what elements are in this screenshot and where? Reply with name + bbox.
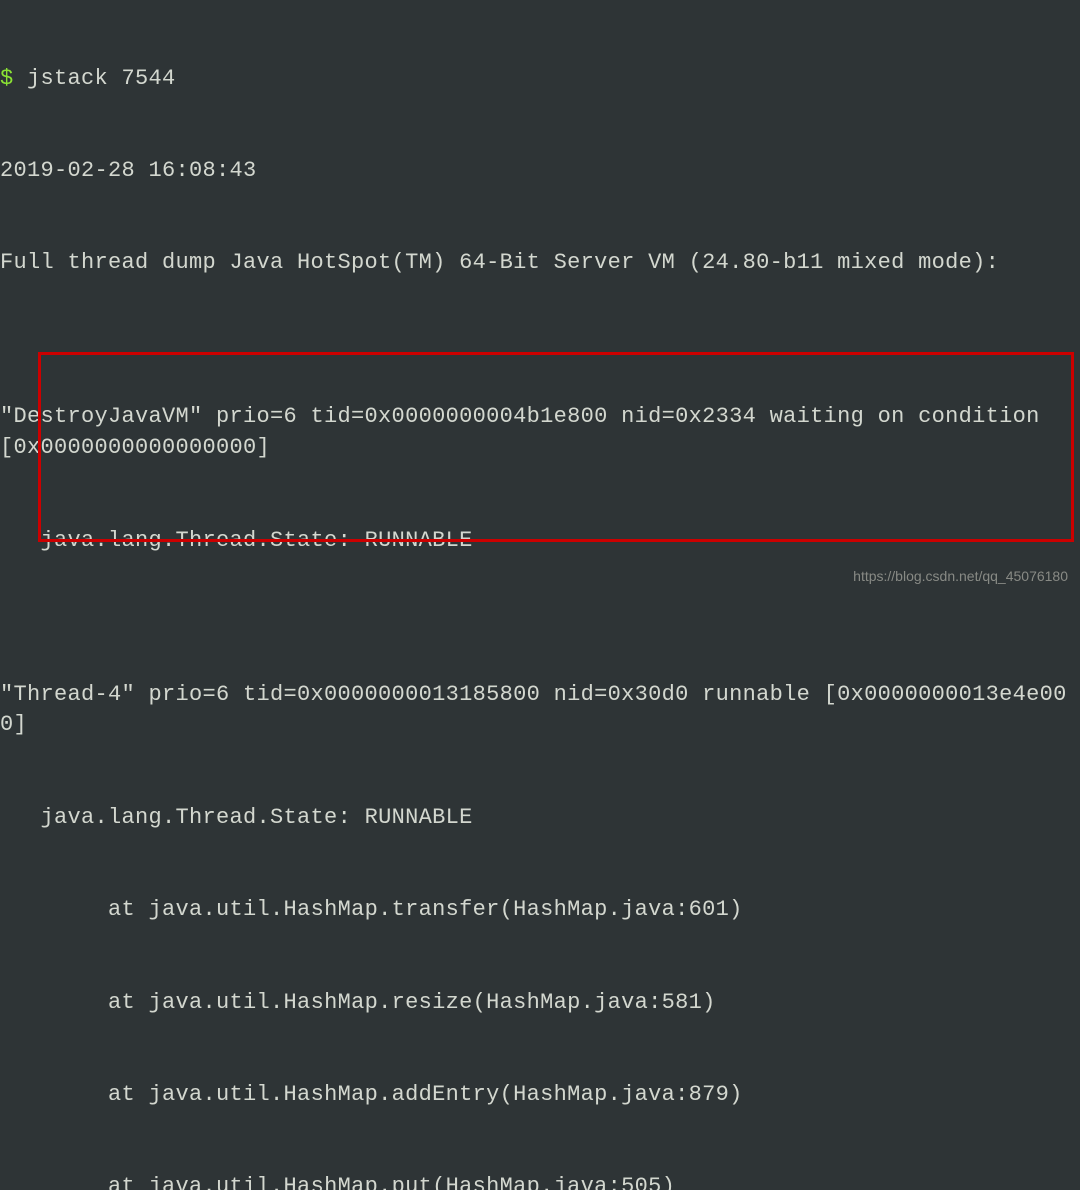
output-line: java.lang.Thread.State: RUNNABLE (0, 526, 1080, 557)
output-line: 2019-02-28 16:08:43 (0, 156, 1080, 187)
stack-trace-line: at java.util.HashMap.put(HashMap.java:50… (0, 1172, 1080, 1190)
command-line[interactable]: $ jstack 7544 (0, 64, 1080, 95)
terminal-output: $ jstack 7544 2019-02-28 16:08:43 Full t… (0, 2, 1080, 1190)
stack-trace-line: at java.util.HashMap.addEntry(HashMap.ja… (0, 1080, 1080, 1111)
output-line: "Thread-4" prio=6 tid=0x0000000013185800… (0, 680, 1080, 742)
stack-trace-line: at java.util.HashMap.resize(HashMap.java… (0, 988, 1080, 1019)
watermark-text: https://blog.csdn.net/qq_45076180 (853, 567, 1068, 587)
stack-trace-line: at java.util.HashMap.transfer(HashMap.ja… (0, 895, 1080, 926)
command-text: jstack 7544 (27, 66, 176, 91)
output-line: "DestroyJavaVM" prio=6 tid=0x0000000004b… (0, 402, 1080, 464)
output-line: Full thread dump Java HotSpot(TM) 64-Bit… (0, 248, 1080, 279)
prompt-symbol: $ (0, 66, 27, 91)
stack-trace-line: java.lang.Thread.State: RUNNABLE (0, 803, 1080, 834)
